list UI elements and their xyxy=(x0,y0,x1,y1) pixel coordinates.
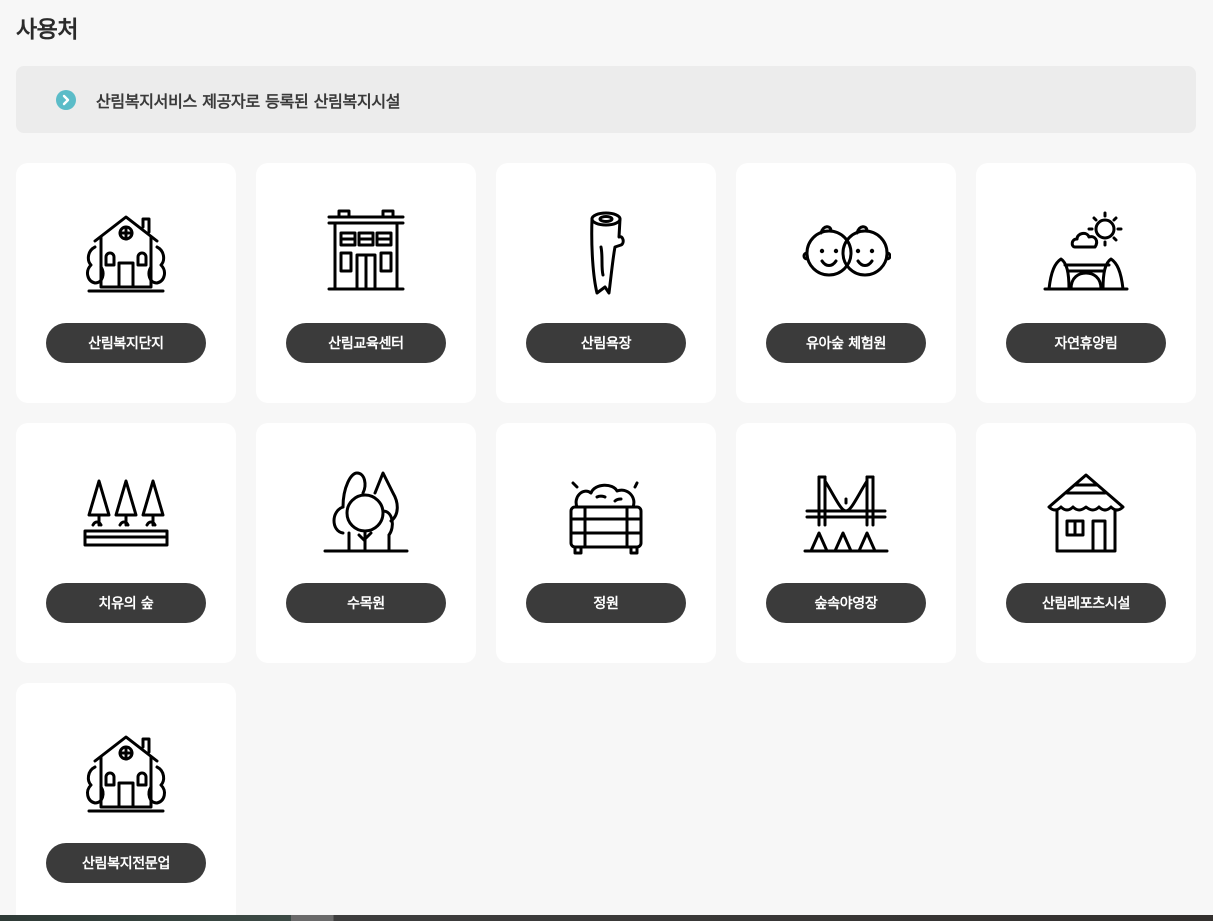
pine-trees-icon xyxy=(76,467,176,557)
notice-text: 산림복지서비스 제공자로 등록된 산림복지시설 xyxy=(96,91,401,111)
building-icon xyxy=(316,207,416,297)
hut-icon xyxy=(1036,467,1136,557)
chevron-right-icon xyxy=(56,89,76,110)
page-title: 사용처 xyxy=(16,17,78,43)
notice-box: 산림복지서비스 제공자로 등록된 산림복지시설 xyxy=(16,66,1196,133)
forest-icon xyxy=(316,467,416,557)
bridge-tent-icon xyxy=(796,467,896,557)
facility-label: 산림교육센터 xyxy=(286,323,446,363)
facility-card-natural-recreation-forest[interactable]: 자연휴양림 xyxy=(976,163,1196,403)
facility-label: 산림욕장 xyxy=(526,323,686,363)
facility-label: 수목원 xyxy=(286,583,446,623)
facility-label: 숲속야영장 xyxy=(766,583,926,623)
log-icon xyxy=(556,207,656,297)
facility-label: 치유의 숲 xyxy=(46,583,206,623)
house-tree-icon xyxy=(76,207,176,297)
planter-box-icon xyxy=(556,467,656,557)
facility-card-forest-campground[interactable]: 숲속야영장 xyxy=(736,423,956,663)
facility-card-forest-welfare-specialist[interactable]: 산림복지전문업 xyxy=(16,683,236,921)
house-tree-icon xyxy=(76,727,176,817)
facility-label: 정원 xyxy=(526,583,686,623)
facility-card-forest-education-center[interactable]: 산림교육센터 xyxy=(256,163,476,403)
facility-label: 산림복지전문업 xyxy=(46,843,206,883)
facility-card-healing-forest[interactable]: 치유의 숲 xyxy=(16,423,236,663)
facility-card-garden[interactable]: 정원 xyxy=(496,423,716,663)
kids-faces-icon xyxy=(796,207,896,297)
facility-card-forest-leports[interactable]: 산림레포츠시설 xyxy=(976,423,1196,663)
sun-cloud-landscape-icon xyxy=(1036,207,1136,297)
facility-label: 산림복지단지 xyxy=(46,323,206,363)
facility-grid: 산림복지단지 산림교육센터 산림욕장 유아숲 체험원 자연휴양림 치유의 숲 수… xyxy=(16,163,1196,921)
facility-card-arboretum[interactable]: 수목원 xyxy=(256,423,476,663)
facility-card-forest-bath[interactable]: 산림욕장 xyxy=(496,163,716,403)
facility-label: 산림레포츠시설 xyxy=(1006,583,1166,623)
facility-label: 유아숲 체험원 xyxy=(766,323,926,363)
facility-label: 자연휴양림 xyxy=(1006,323,1166,363)
bottom-bar xyxy=(0,915,1213,921)
page: 사용처 산림복지서비스 제공자로 등록된 산림복지시설 산림복지단지 산림교육센… xyxy=(0,0,1213,921)
facility-card-forest-welfare-complex[interactable]: 산림복지단지 xyxy=(16,163,236,403)
facility-card-kids-forest[interactable]: 유아숲 체험원 xyxy=(736,163,956,403)
